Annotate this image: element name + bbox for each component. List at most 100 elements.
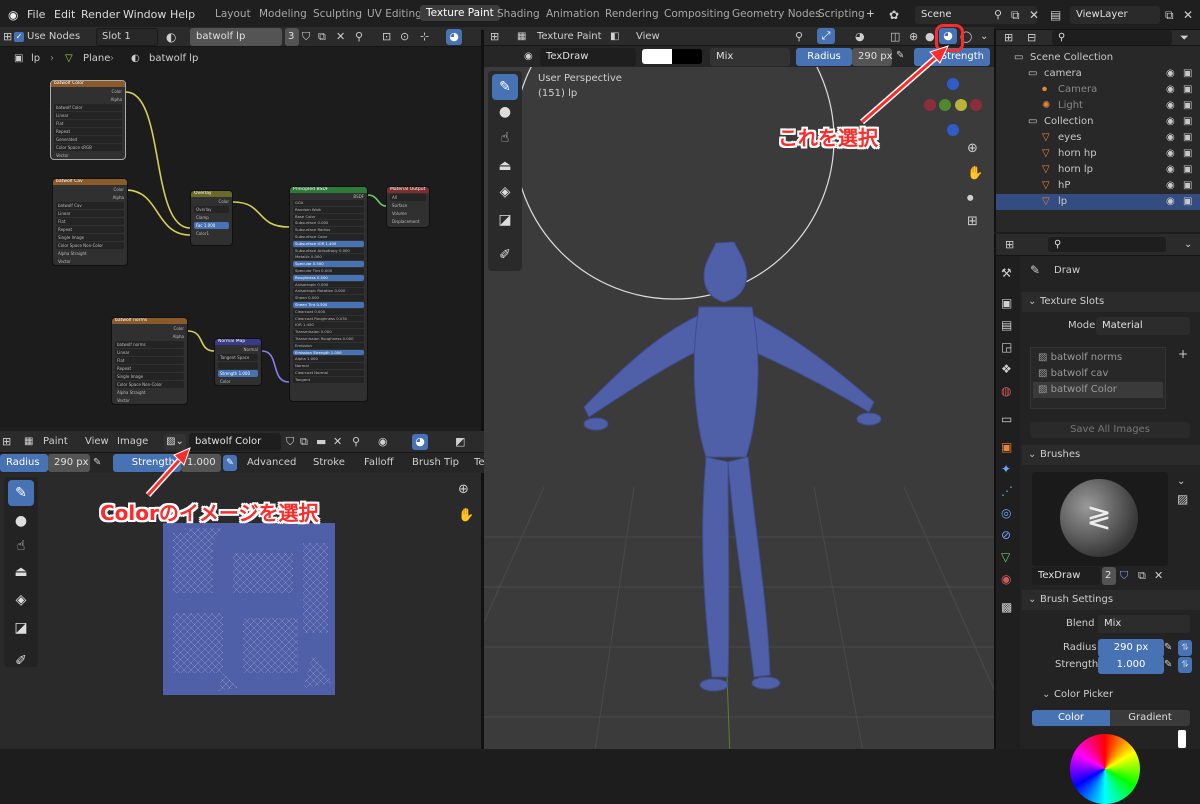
tab-animation[interactable]: Animation — [546, 8, 600, 20]
clone-tool-icon[interactable]: ⏏ — [492, 153, 518, 179]
tab-layout[interactable]: Layout — [215, 8, 251, 20]
object-tab-icon[interactable]: ▣ — [1001, 440, 1012, 454]
annotate-tool-icon[interactable]: ✐ — [8, 648, 34, 674]
editor-type-icon[interactable]: ⊞ — [490, 30, 499, 44]
menu-window[interactable]: Window — [123, 8, 166, 21]
draw-tool-icon[interactable]: ✎ — [492, 74, 518, 100]
zoom-icon[interactable]: ⊕ — [458, 483, 469, 497]
node-principled-bsdf[interactable]: Principled BSDF BSDF GGX Random Walk Base … — [289, 186, 368, 402]
editor-type-icon[interactable]: ⊞ — [2, 435, 11, 449]
view-layer-tab-icon[interactable]: ◲ — [1001, 340, 1012, 354]
radius-field[interactable]: 290 px — [1098, 639, 1164, 657]
constraints-tab-icon[interactable]: ⊘ — [1001, 528, 1011, 542]
visibility-eye-icon[interactable]: ◉ — [1166, 146, 1175, 162]
falloff-menu[interactable]: Falloff — [364, 457, 394, 468]
brush-preview[interactable]: ≷ — [1032, 472, 1168, 566]
world-tab-icon[interactable]: ◍ — [1001, 384, 1011, 398]
tab-modeling[interactable]: Modeling — [259, 8, 307, 20]
smear-tool-icon[interactable]: ☝ — [492, 125, 518, 151]
tab-uv-editing[interactable]: UV Editing — [367, 8, 422, 20]
save-all-images-button[interactable]: Save All Images — [1030, 422, 1190, 438]
outliner-item[interactable]: ▽ hP ◉ ▣ — [996, 178, 1200, 194]
texture-mode-dropdown[interactable]: Material — [1096, 317, 1190, 335]
texture-tab-icon[interactable]: ▩ — [1001, 600, 1012, 614]
node-material-output[interactable]: Material Output All Surface Volume Displ… — [386, 186, 430, 228]
outliner-item[interactable]: ▽ eyes ◉ ▣ — [996, 130, 1200, 146]
breadcrumb-material[interactable]: batwolf lp — [149, 53, 198, 64]
radius-field[interactable]: 290 px — [48, 454, 90, 472]
texture-slot-item[interactable]: ▨ batwolf norms — [1033, 350, 1163, 366]
fake-user-icon[interactable]: ⛉ — [302, 30, 310, 44]
add-workspace-button[interactable]: + — [866, 8, 875, 20]
viewport-canvas[interactable]: ✎ ● ☝ ⏏ ◈ ◪ ✐ User Perspective (151) lp … — [484, 67, 994, 749]
advanced-menu[interactable]: Advanced — [247, 457, 296, 468]
tool-tab-icon[interactable]: ⚒ — [1001, 266, 1012, 280]
image-name-field[interactable]: batwolf Color — [189, 433, 281, 451]
close-view-layer-icon[interactable]: ✕ — [1183, 8, 1193, 22]
tab-shading[interactable]: Shading — [497, 8, 540, 20]
snap-icon[interactable]: ⊡ — [382, 30, 391, 44]
scene-tab-icon[interactable]: ❖ — [1001, 362, 1012, 376]
camera-view-icon[interactable]: ⏺ — [967, 192, 974, 206]
fill-tool-icon[interactable]: ◈ — [8, 587, 34, 613]
filter-icon[interactable]: ⏷ — [1180, 31, 1189, 45]
duplicate-brush-icon[interactable]: ⧉ — [1138, 569, 1146, 583]
material-tab-icon[interactable]: ◉ — [1001, 572, 1011, 586]
channels-icon[interactable]: ◉ — [378, 435, 388, 449]
node-overlay[interactable]: Overlay Color Overlay Clamp Fac 1.000 Co… — [190, 190, 233, 246]
brush-menu-icon[interactable]: ⌄ — [1177, 475, 1185, 489]
brush-name-field[interactable]: TexDraw — [540, 48, 636, 66]
mode-dropdown[interactable]: Texture Paint — [537, 31, 602, 42]
render-tab-icon[interactable]: ▣ — [1001, 296, 1012, 310]
pin-icon[interactable]: ⚲ — [355, 30, 363, 44]
outliner-search-input[interactable]: ⚲ — [1052, 30, 1172, 45]
mask-tool-icon[interactable]: ◪ — [8, 615, 34, 641]
strength-pressure-icon[interactable]: ✎ — [223, 455, 237, 471]
visibility-eye-icon[interactable]: ◉ — [1166, 130, 1175, 146]
editor-type-icon[interactable]: ⊞ — [1004, 31, 1013, 45]
brush-image-icon[interactable]: ▨ — [1177, 492, 1188, 506]
soften-tool-icon[interactable]: ● — [8, 508, 34, 534]
smear-tool-icon[interactable]: ☝ — [8, 533, 34, 559]
soften-tool-icon[interactable]: ● — [492, 99, 518, 125]
outliner-item[interactable]: ▽ lp ◉ ▣ — [996, 194, 1200, 210]
tab-rendering[interactable]: Rendering — [605, 8, 659, 20]
menu-help[interactable]: Help — [170, 8, 195, 21]
display-mode-icon[interactable]: ⊟ — [1027, 31, 1036, 45]
outliner-item[interactable]: ▽ horn lp ◉ ▣ — [996, 162, 1200, 178]
visibility-eye-icon[interactable]: ◉ — [1166, 66, 1175, 82]
color-value-slider[interactable] — [1178, 730, 1186, 748]
menu-view[interactable]: View — [85, 436, 109, 447]
render-camera-icon[interactable]: ▣ — [1183, 66, 1192, 82]
outliner-item[interactable]: ▭ camera ◉ ▣ — [996, 66, 1200, 82]
color-swatch[interactable] — [642, 49, 702, 64]
snap-mode-icon[interactable]: ⊹ — [420, 30, 429, 44]
brushes-panel-header[interactable]: ⌄ Brushes — [1022, 445, 1200, 465]
mode-dropdown[interactable]: Paint — [43, 436, 68, 447]
render-camera-icon[interactable]: ▣ — [1183, 98, 1192, 114]
material-name-field[interactable]: batwolf lp — [190, 28, 282, 46]
pin-icon[interactable]: ⚲ — [994, 8, 1002, 22]
visibility-eye-icon[interactable]: ◉ — [1166, 162, 1175, 178]
collection-tab-icon[interactable]: ▭ — [1001, 412, 1012, 426]
editor-type-icon[interactable]: ⊞ — [1005, 238, 1014, 252]
node-image-texture-cav[interactable]: batwolf Cav Color Alpha batwolf Cav Line… — [52, 178, 128, 266]
strength-pressure-icon[interactable]: ⥮ — [1178, 657, 1192, 673]
visibility-eye-icon[interactable]: ◉ — [1166, 82, 1175, 98]
pin-icon[interactable]: ⚲ — [352, 435, 360, 449]
render-camera-icon[interactable]: ▣ — [1183, 114, 1192, 130]
fill-tool-icon[interactable]: ◈ — [492, 179, 518, 205]
pressure-icon[interactable]: ✎ — [1164, 641, 1172, 655]
display-channels-icon[interactable]: ◩ — [455, 435, 465, 449]
menu-view[interactable]: View — [636, 31, 660, 42]
blender-logo-icon[interactable]: ◉ — [8, 8, 18, 22]
menu-render[interactable]: Render — [81, 8, 120, 21]
texture-slot-item[interactable]: ▨ batwolf cav — [1033, 366, 1163, 382]
outliner-item[interactable]: ⏺ Camera ◉ ▣ — [996, 82, 1200, 98]
pan-hand-icon[interactable]: ✋ — [967, 167, 983, 181]
editor-type-icon[interactable]: ⊞ — [3, 30, 12, 44]
close-scene-icon[interactable]: ✕ — [1029, 8, 1039, 22]
pressure-icon[interactable]: ✎ — [93, 456, 101, 470]
unlink-image-icon[interactable]: ✕ — [333, 435, 342, 449]
zoom-icon[interactable]: ⊕ — [967, 142, 978, 156]
